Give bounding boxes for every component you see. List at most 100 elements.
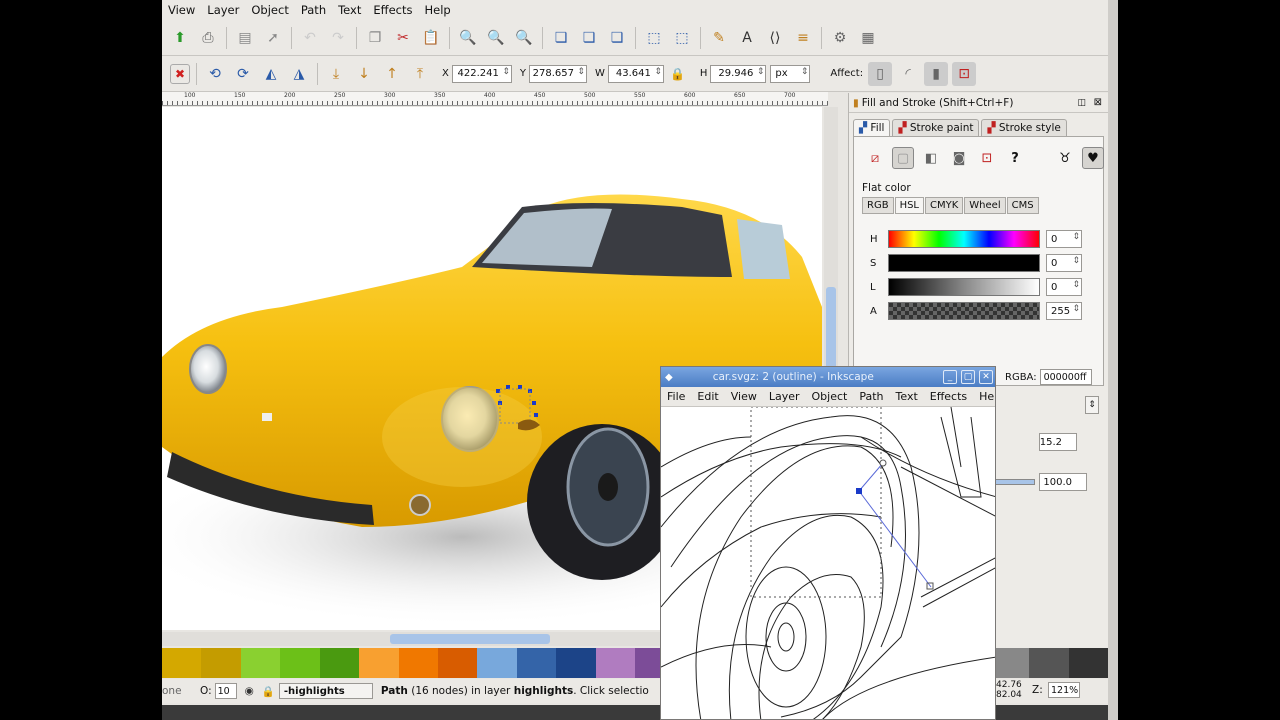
palette-swatch[interactable] (359, 648, 399, 678)
tab-stroke-style[interactable]: ▞ Stroke style (981, 119, 1067, 136)
palette-swatch[interactable] (280, 648, 320, 678)
outline-view-window[interactable]: ◆ car.svgz: 2 (outline) - Inkscape _ ▢ ✕… (660, 366, 996, 720)
lock-icon[interactable]: 🔒 (262, 685, 275, 698)
flip-horizontal-icon[interactable]: ◭ (259, 62, 283, 86)
menu-effects[interactable]: Effects (367, 3, 418, 17)
redo-icon[interactable]: ↷ (326, 26, 350, 50)
zoom-selection-icon[interactable]: 🔍 (456, 26, 480, 50)
fill-stroke-icon[interactable]: ✎ (707, 26, 731, 50)
tab-hsl[interactable]: HSL (894, 197, 925, 214)
y-input[interactable]: 278.657 (528, 64, 587, 83)
x-input[interactable]: 422.241 (451, 64, 512, 83)
tab-wheel[interactable]: Wheel (964, 197, 1006, 214)
menu-object[interactable]: Object (245, 3, 294, 17)
fill-rule-nonzero-icon[interactable]: ♥ (1082, 147, 1104, 169)
raise-icon[interactable]: ↑ (380, 62, 404, 86)
lightness-slider[interactable] (888, 278, 1040, 296)
rotate-ccw-icon[interactable]: ⟲ (203, 62, 227, 86)
hue-slider[interactable] (888, 230, 1040, 248)
outline-drawing[interactable] (661, 407, 996, 720)
outline-menu-effects[interactable]: Effects (924, 390, 973, 403)
outline-menu-object[interactable]: Object (806, 390, 854, 403)
raise-top-icon[interactable]: ⤒ (408, 62, 432, 86)
zoom-page-icon[interactable]: 🔍 (512, 26, 536, 50)
chevron-down-icon[interactable]: ⇕ (1085, 396, 1099, 414)
close-icon[interactable]: ⊠ (1094, 97, 1102, 108)
outline-window-title-bar[interactable]: ◆ car.svgz: 2 (outline) - Inkscape _ ▢ ✕ (661, 367, 995, 387)
zoom-drawing-icon[interactable]: 🔍 (484, 26, 508, 50)
saturation-value[interactable]: 0 (1046, 254, 1082, 272)
unset-paint-icon[interactable]: ? (1004, 147, 1026, 169)
menu-text[interactable]: Text (332, 3, 367, 17)
alpha-slider[interactable] (888, 302, 1040, 320)
horizontal-scroll-thumb[interactable] (390, 634, 550, 644)
lightness-value[interactable]: 0 (1046, 278, 1082, 296)
opacity-status-input[interactable]: 10 (214, 683, 237, 699)
copy-icon[interactable]: ❐ (363, 26, 387, 50)
tab-cmyk[interactable]: CMYK (925, 197, 964, 214)
unit-select[interactable]: px (770, 64, 811, 83)
clone-icon[interactable]: ❏ (577, 26, 601, 50)
document-properties-icon[interactable]: ▦ (856, 26, 880, 50)
iconify-icon[interactable]: ◫ (1077, 98, 1086, 108)
outline-menu-help[interactable]: Help (973, 390, 995, 403)
maximize-icon[interactable]: ▢ (961, 370, 975, 384)
cut-icon[interactable]: ✂ (391, 26, 415, 50)
vertical-scroll-thumb[interactable] (826, 287, 836, 377)
h-input[interactable]: 29.946 (710, 64, 767, 83)
tab-rgb[interactable]: RGB (862, 197, 894, 214)
tab-cms[interactable]: CMS (1006, 197, 1039, 214)
menu-layer[interactable]: Layer (201, 3, 245, 17)
import-icon[interactable]: ⬆ (168, 26, 192, 50)
duplicate-icon[interactable]: ❏ (549, 26, 573, 50)
palette-swatch[interactable] (477, 648, 517, 678)
fill-rule-evenodd-icon[interactable]: ♉ (1054, 147, 1076, 169)
radial-gradient-icon[interactable]: ◙ (948, 147, 970, 169)
close-icon[interactable]: ✕ (979, 370, 993, 384)
xml-editor-icon[interactable]: ⟨⟩ (763, 26, 787, 50)
flat-color-icon[interactable]: ▢ (892, 147, 914, 169)
move-gradients-icon[interactable]: ▮ (924, 61, 949, 86)
paste-icon[interactable]: 📋 (419, 26, 443, 50)
blur-input[interactable]: 15.2 (1039, 433, 1077, 451)
outline-menu-layer[interactable]: Layer (763, 390, 806, 403)
minimize-icon[interactable]: _ (943, 370, 957, 384)
eye-icon[interactable]: ◉ (245, 685, 254, 697)
pattern-icon[interactable]: ⊡ (976, 147, 998, 169)
zoom-input[interactable]: 121% (1048, 682, 1080, 698)
saturation-slider[interactable] (888, 254, 1040, 272)
layer-select[interactable]: -highlights (278, 683, 373, 699)
move-patterns-icon[interactable]: ⊡ (952, 61, 977, 86)
palette-swatch[interactable] (1029, 648, 1069, 678)
tab-stroke-paint[interactable]: ▞ Stroke paint (892, 119, 980, 136)
opacity-slider[interactable] (995, 479, 1035, 485)
outline-menu-path[interactable]: Path (853, 390, 889, 403)
deselect-icon[interactable]: ✖ (170, 63, 190, 84)
scale-stroke-icon[interactable]: ▯ (868, 61, 893, 86)
hue-value[interactable]: 0 (1046, 230, 1082, 248)
import-file-icon[interactable]: ▤ (233, 26, 257, 50)
menu-help[interactable]: Help (418, 3, 456, 17)
ungroup-icon[interactable]: ⬚ (670, 26, 694, 50)
palette-swatch[interactable] (240, 648, 281, 678)
lower-bottom-icon[interactable]: ⤓ (324, 62, 348, 86)
palette-swatch[interactable] (162, 648, 202, 678)
menu-view[interactable]: View (162, 3, 201, 17)
outline-menu-text[interactable]: Text (890, 390, 924, 403)
palette-swatch[interactable] (516, 648, 557, 678)
text-font-icon[interactable]: A (735, 26, 759, 50)
palette-swatch[interactable] (595, 648, 636, 678)
no-paint-icon[interactable]: ⧄ (864, 147, 886, 169)
lower-icon[interactable]: ↓ (352, 62, 376, 86)
print-icon[interactable]: ⎙ (196, 26, 220, 50)
linear-gradient-icon[interactable]: ◧ (920, 147, 942, 169)
palette-swatch[interactable] (556, 648, 596, 678)
tab-fill[interactable]: ▞ Fill (853, 119, 891, 136)
outline-menu-file[interactable]: File (661, 390, 691, 403)
outline-menu-view[interactable]: View (725, 390, 763, 403)
palette-swatch[interactable] (319, 648, 360, 678)
unlink-clone-icon[interactable]: ❏ (605, 26, 629, 50)
preferences-icon[interactable]: ⚙ (828, 26, 852, 50)
lock-icon[interactable]: 🔒 (666, 62, 690, 86)
w-input[interactable]: 43.641 (607, 64, 664, 83)
